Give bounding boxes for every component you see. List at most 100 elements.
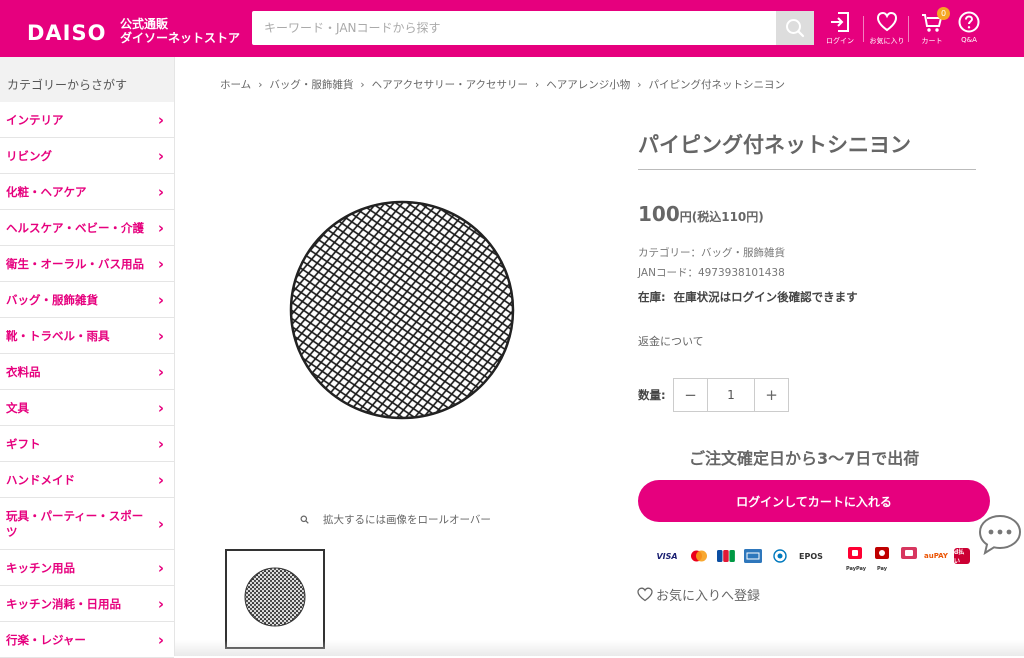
breadcrumb-link-hair-arrange[interactable]: ヘアアレンジ小物: [546, 79, 630, 91]
chevron-right-icon: ›: [157, 398, 164, 417]
product-main-image[interactable]: [288, 199, 516, 421]
daiso-logo[interactable]: DAISO: [27, 22, 106, 44]
sidebar-item-bags[interactable]: バッグ・服飾雑貨 ›: [0, 282, 174, 318]
add-to-favorites-link[interactable]: お気に入りへ登録: [637, 585, 760, 604]
sidebar-item-shoes-travel[interactable]: 靴・トラベル・雨具 ›: [0, 318, 174, 354]
title-divider: [638, 169, 976, 170]
category-sidebar: カテゴリーからさがす インテリア › リビング › 化粧・ヘアケア › ヘルスケア・ベ…: [0, 57, 175, 658]
stock-label: 在庫:: [638, 290, 666, 304]
sidebar-item-label: ハンドメイド: [6, 472, 75, 487]
heart-outline-icon: [637, 587, 653, 602]
qa-label: Q&A: [961, 36, 977, 44]
epos-logo: EPOS: [799, 551, 823, 561]
quantity-increase-button[interactable]: +: [755, 379, 788, 411]
magnifier-icon: [300, 515, 309, 524]
sidebar-item-toys-party[interactable]: 玩具・パーティー・スポーツ ›: [0, 498, 174, 550]
search-bar: [252, 11, 814, 45]
breadcrumb-link-home[interactable]: ホーム: [220, 79, 251, 91]
chevron-right-icon: ›: [157, 254, 164, 273]
stock-value: 在庫状況はログイン後確認できます: [673, 290, 858, 304]
sidebar-item-label: キッチン用品: [6, 560, 75, 575]
product-thumbnail[interactable]: [225, 549, 325, 649]
rakuten-point-icon: [901, 547, 917, 559]
chevron-right-icon: ›: [157, 362, 164, 381]
chevron-right-icon: ›: [157, 514, 164, 533]
quantity-value[interactable]: 1: [707, 379, 755, 411]
paypay-label: PayPay: [845, 566, 867, 572]
search-input[interactable]: [252, 11, 776, 45]
mastercard-icon: [691, 550, 707, 562]
chevron-right-icon: ›: [157, 434, 164, 453]
refund-link[interactable]: 返金について: [638, 333, 704, 349]
breadcrumb-link-bags[interactable]: バッグ・服飾雑貨: [269, 79, 353, 91]
sidebar-item-label: 行楽・レジャー: [6, 632, 86, 647]
sidebar-item-hygiene[interactable]: 衛生・オーラル・バス用品 ›: [0, 246, 174, 282]
sidebar-item-label: バッグ・服飾雑貨: [6, 292, 98, 307]
page-bottom-shadow: [175, 640, 1024, 656]
diners-icon: [773, 549, 787, 563]
zoom-hint: 拡大するには画像をロールオーバー: [300, 512, 491, 527]
sidebar-item-stationery[interactable]: 文具 ›: [0, 390, 174, 426]
sidebar-item-label: 化粧・ヘアケア: [6, 184, 87, 199]
visa-logo: VISA: [656, 551, 678, 561]
favorites-label: お気に入り: [869, 37, 905, 45]
quantity-stepper: − 1 +: [673, 378, 789, 412]
chat-bubble-icon[interactable]: [977, 513, 1023, 557]
sidebar-item-healthcare[interactable]: ヘルスケア・ベビー・介護 ›: [0, 210, 174, 246]
stock-status: 在庫: 在庫状況はログイン後確認できます: [638, 289, 858, 305]
thumbnail-image: [244, 567, 306, 627]
favorites-button[interactable]: お気に入り: [866, 11, 908, 46]
quantity-label: 数量:: [638, 388, 666, 402]
sidebar-item-cosmetics[interactable]: 化粧・ヘアケア ›: [0, 174, 174, 210]
category-heading: カテゴリーからさがす: [0, 57, 174, 102]
jcb-icon: [717, 550, 735, 562]
chevron-right-icon: ›: [157, 146, 164, 165]
sidebar-item-leisure[interactable]: 行楽・レジャー ›: [0, 622, 174, 658]
store-name-line1: 公式通販: [120, 17, 169, 31]
chevron-right-icon: ›: [157, 110, 164, 129]
sidebar-item-label: ヘルスケア・ベビー・介護: [6, 220, 144, 235]
sidebar-item-kitchen[interactable]: キッチン用品 ›: [0, 550, 174, 586]
breadcrumb-separator: ›: [258, 79, 263, 91]
sidebar-item-living[interactable]: リビング ›: [0, 138, 174, 174]
header-divider: [863, 16, 864, 42]
help-icon: [958, 11, 980, 33]
add-to-cart-button[interactable]: ログインしてカートに入れる: [638, 480, 990, 522]
chevron-right-icon: ›: [157, 558, 164, 577]
sidebar-item-label: 衣料品: [6, 364, 41, 379]
breadcrumb: ホーム › バッグ・服飾雑貨 › ヘアアクセサリー・アクセサリー › ヘアアレンジ小物 › パイ…: [220, 77, 785, 92]
store-name-line2: ダイソーネットストア: [120, 31, 241, 45]
qa-button[interactable]: Q&A: [948, 11, 990, 44]
breadcrumb-separator: ›: [637, 79, 642, 91]
product-jan-code: JANコード：4973938101438: [638, 267, 785, 279]
price-suffix: 円(税込110円): [679, 210, 764, 224]
chevron-right-icon: ›: [157, 218, 164, 237]
sidebar-item-interior[interactable]: インテリア ›: [0, 102, 174, 138]
chevron-right-icon: ›: [157, 290, 164, 309]
breadcrumb-separator: ›: [360, 79, 365, 91]
sidebar-item-kitchen-consumables[interactable]: キッチン消耗・日用品 ›: [0, 586, 174, 622]
login-button[interactable]: ログイン: [819, 11, 861, 46]
breadcrumb-current: パイピング付ネットシニヨン: [648, 79, 785, 91]
sidebar-item-clothing[interactable]: 衣料品 ›: [0, 354, 174, 390]
sidebar-item-gift[interactable]: ギフト ›: [0, 426, 174, 462]
login-icon: [831, 12, 849, 32]
au-pay-logo: auPAY: [923, 552, 948, 560]
sidebar-item-handmade[interactable]: ハンドメイド ›: [0, 462, 174, 498]
chevron-right-icon: ›: [157, 630, 164, 649]
chevron-right-icon: ›: [157, 326, 164, 345]
breadcrumb-link-hair-accessories[interactable]: ヘアアクセサリー・アクセサリー: [372, 79, 528, 91]
cart-label: カート: [921, 37, 943, 45]
store-name[interactable]: 公式通販 ダイソーネットストア: [120, 17, 240, 45]
login-label: ログイン: [826, 37, 854, 45]
heart-icon: [876, 11, 898, 32]
chevron-right-icon: ›: [157, 594, 164, 613]
quantity-decrease-button[interactable]: −: [674, 379, 707, 411]
sidebar-item-label: インテリア: [6, 112, 64, 127]
product-title: パイピング付ネットシニヨン: [638, 133, 911, 157]
search-button[interactable]: [776, 11, 814, 45]
rakuten-pay-label: Pay: [876, 566, 887, 572]
cart-button[interactable]: 0 カート: [911, 7, 953, 46]
favorite-label: お気に入りへ登録: [656, 589, 761, 604]
sidebar-item-label: 文具: [6, 400, 29, 415]
